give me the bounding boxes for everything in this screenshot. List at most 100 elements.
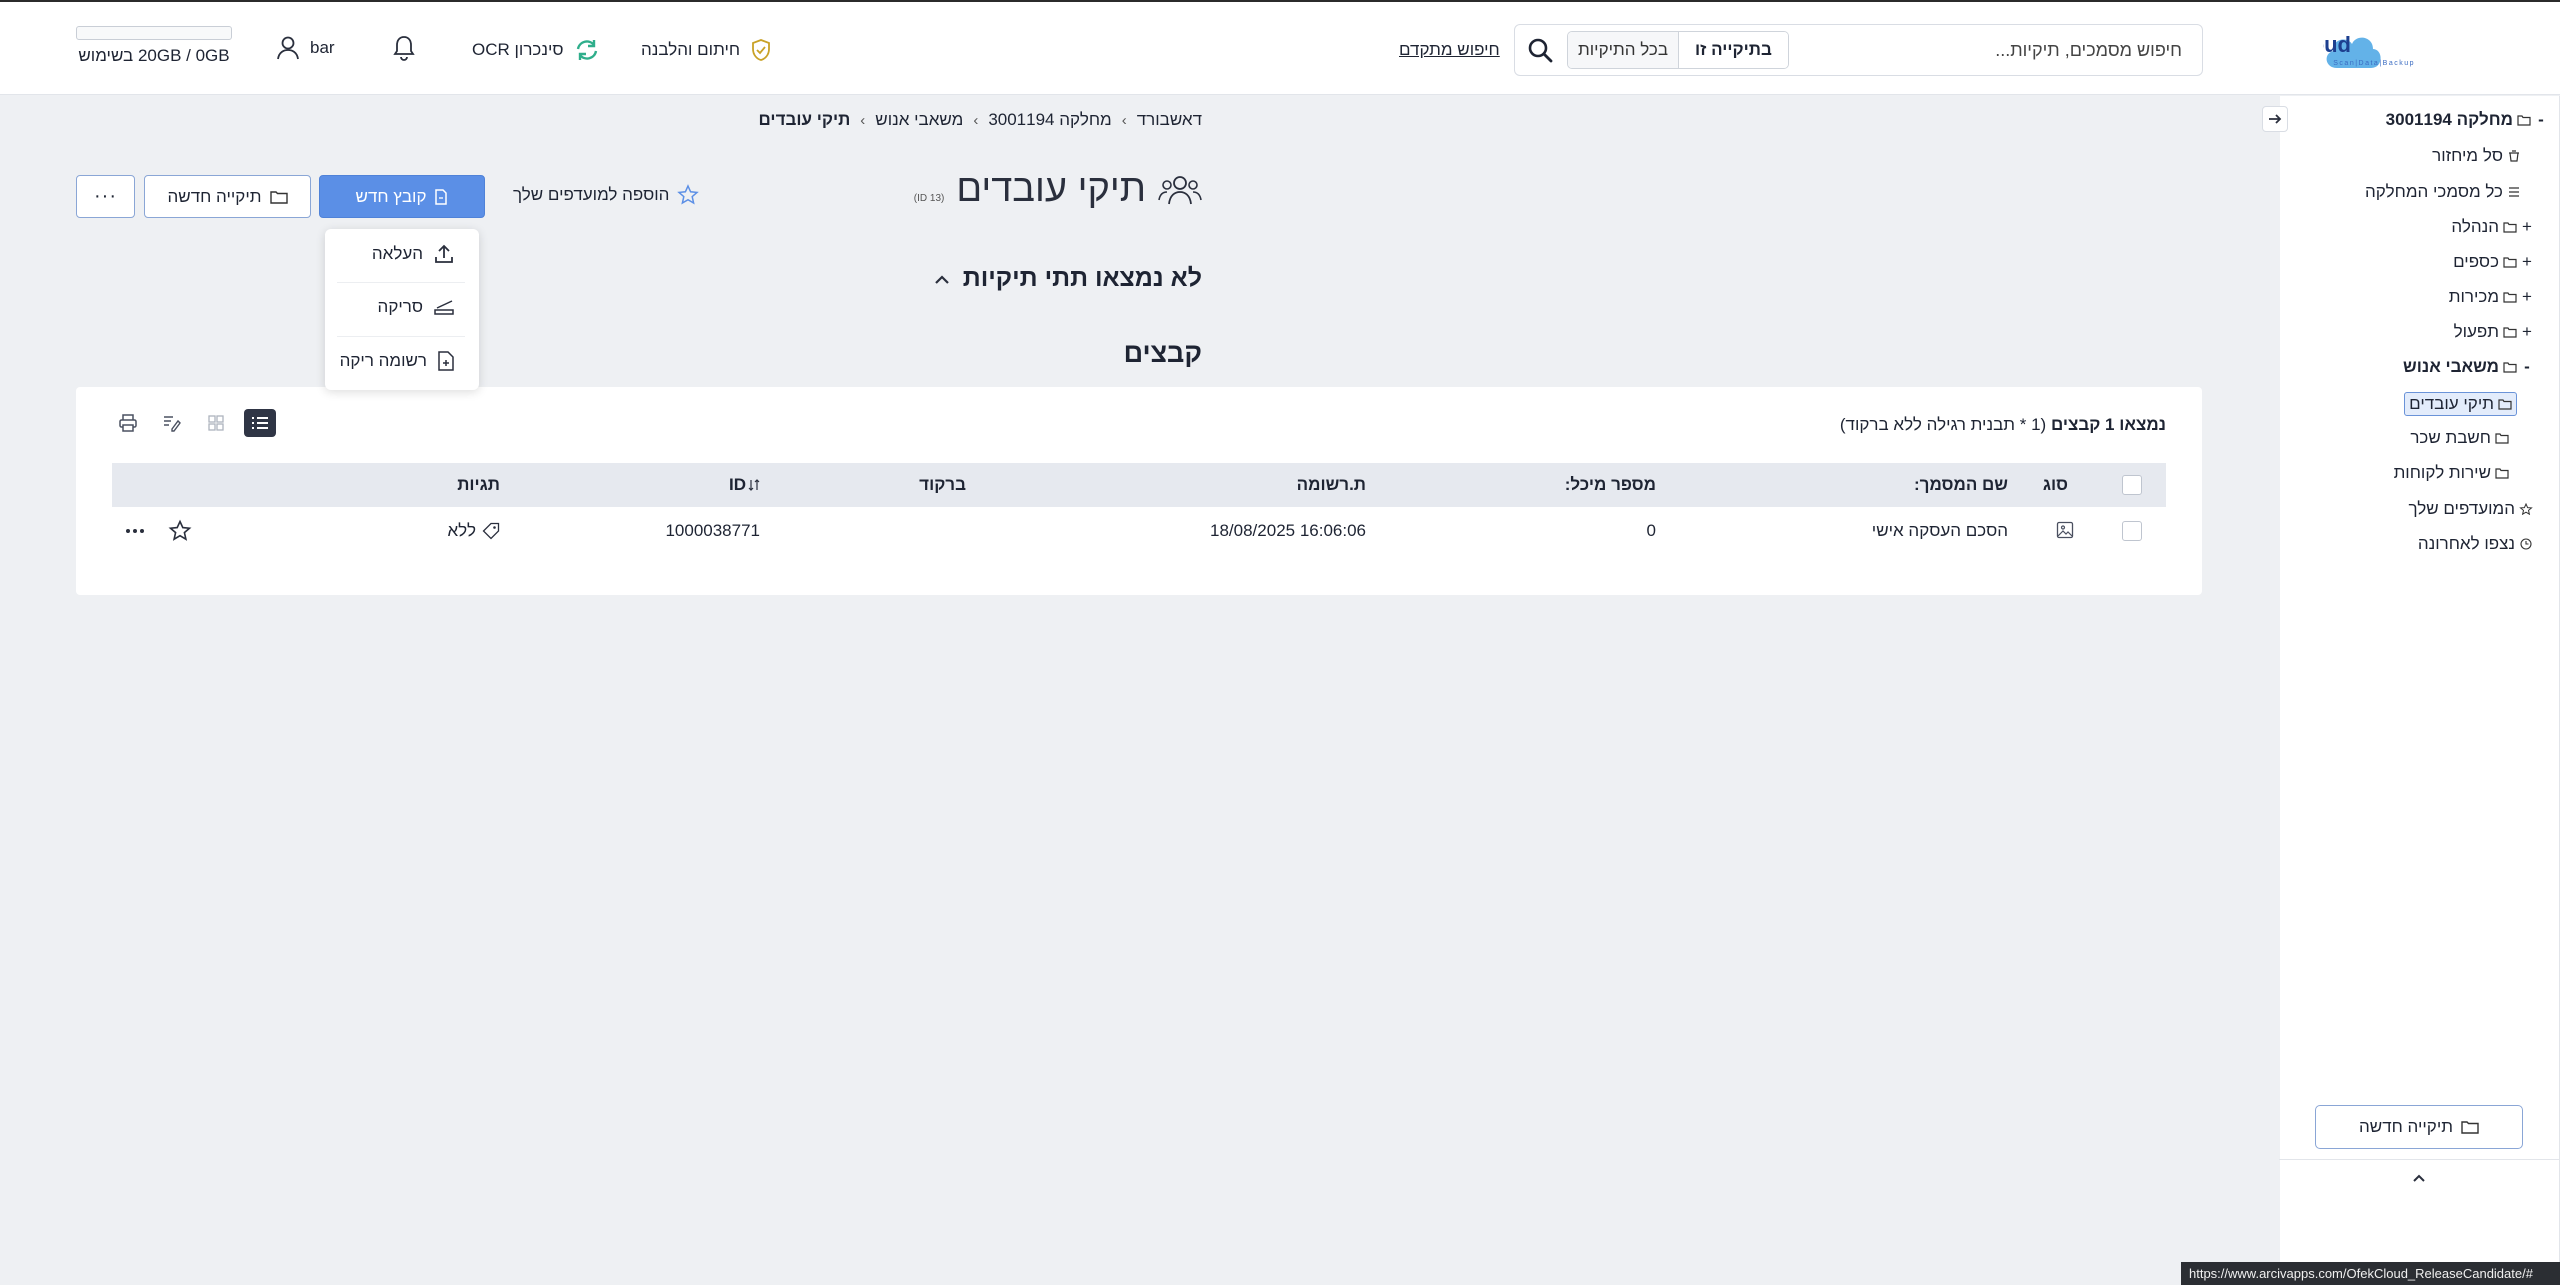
grid-view-icon[interactable] bbox=[200, 409, 232, 437]
scanner-icon bbox=[434, 300, 454, 315]
tree-item-finance[interactable]: + כספים bbox=[2453, 252, 2533, 272]
tree-item-payroll[interactable]: חשבת שכר bbox=[2410, 428, 2509, 448]
tree-toggle[interactable]: - bbox=[2521, 357, 2533, 377]
star-icon bbox=[677, 184, 700, 205]
ocr-sync-label: סינכרון OCR bbox=[472, 40, 564, 59]
tree-item-management[interactable]: + הנהלה bbox=[2451, 217, 2533, 237]
column-barcode[interactable]: ברקוד bbox=[919, 475, 966, 495]
trash-icon bbox=[2509, 150, 2519, 162]
collapse-sidebar-icon[interactable] bbox=[2262, 106, 2288, 132]
tree-item-employee-files[interactable]: תיקי עובדים bbox=[2404, 392, 2517, 416]
more-actions-button[interactable]: ··· bbox=[76, 175, 135, 218]
tag-icon bbox=[482, 522, 500, 540]
tree-toggle[interactable]: + bbox=[2521, 287, 2533, 307]
tree-item-favorites[interactable]: המועדפים שלך bbox=[2408, 499, 2533, 519]
tree-toggle[interactable]: + bbox=[2521, 322, 2533, 342]
user-name: bar bbox=[310, 38, 335, 57]
browser-status-url: https://www.arcivapps.com/OfekCloud_Rele… bbox=[2181, 1262, 2560, 1285]
tree-item-customer-service[interactable]: שירות לקוחות bbox=[2394, 463, 2509, 483]
list-icon bbox=[2509, 187, 2519, 197]
tree-item-sales[interactable]: + מכירות bbox=[2449, 287, 2533, 307]
scope-this-folder[interactable]: בתיקייה זו bbox=[1678, 32, 1788, 68]
top-header: Archive1Cloud Scan|Data|Backup בתיקייה ז… bbox=[0, 2, 2560, 95]
table-row[interactable]: הסכם העסקה אישי 0 18/08/2025 16:06:06 10… bbox=[112, 509, 2166, 553]
advanced-search-link[interactable]: חיפוש מתקדם bbox=[1399, 40, 1500, 60]
subfolders-toggle[interactable]: לא נמצאו תתי תיקיות bbox=[933, 264, 1202, 293]
logo-text: Archive1Cloud bbox=[2323, 32, 2351, 57]
tree-item-all-docs[interactable]: כל מסמכי המחלקה bbox=[2365, 182, 2521, 202]
tree-label: נצפו לאחרונה bbox=[2417, 534, 2515, 553]
row-checkbox[interactable] bbox=[2122, 521, 2142, 541]
cell-container: 0 bbox=[1646, 521, 1656, 540]
menu-item-label: רשומה ריקה bbox=[339, 351, 427, 370]
tree-item-recycle-bin[interactable]: סל מיחזור bbox=[2432, 146, 2521, 166]
file-icon bbox=[435, 188, 448, 205]
tree-label: מכירות bbox=[2448, 287, 2499, 306]
app-logo[interactable]: Archive1Cloud Scan|Data|Backup bbox=[2196, 24, 2518, 76]
column-record-date[interactable]: ת.רשומה bbox=[1297, 475, 1366, 495]
folder-icon bbox=[2503, 362, 2517, 373]
tree-label: שירות לקוחות bbox=[2393, 463, 2491, 482]
folder-plus-icon bbox=[2461, 1121, 2479, 1134]
breadcrumb-department[interactable]: מחלקה 3001194 bbox=[988, 110, 1111, 130]
breadcrumb-dashboard[interactable]: דאשבורד bbox=[1137, 110, 1202, 130]
column-container[interactable]: מספר מיכל: bbox=[1565, 475, 1656, 495]
tree-root-department[interactable]: - מחלקה 3001194 bbox=[2386, 110, 2547, 130]
signing-button[interactable]: חיתום והלבנה bbox=[641, 36, 772, 64]
view-tools bbox=[112, 409, 276, 437]
column-doc-name[interactable]: שם המסמך: bbox=[1914, 475, 2008, 495]
select-all-checkbox[interactable] bbox=[2122, 475, 2142, 495]
menu-item-upload[interactable]: העלאה bbox=[372, 243, 455, 265]
bulk-edit-icon[interactable] bbox=[156, 409, 188, 437]
cell-tags[interactable]: ללא bbox=[447, 521, 500, 541]
row-more-icon[interactable] bbox=[124, 527, 146, 535]
menu-item-label: העלאה bbox=[371, 244, 423, 263]
cell-doc-name[interactable]: הסכם העסקה אישי bbox=[1872, 521, 2008, 541]
star-icon bbox=[2519, 503, 2533, 515]
new-file-label: קובץ חדש bbox=[355, 186, 427, 206]
tree-item-recent[interactable]: נצפו לאחרונה bbox=[2418, 534, 2533, 554]
folder-icon bbox=[2495, 468, 2509, 479]
user-menu[interactable]: bar bbox=[276, 34, 335, 62]
tree-toggle[interactable]: + bbox=[2521, 217, 2533, 237]
files-count: נמצאו 1 קבצים (1 * תבנית רגילה ללא ברקוד… bbox=[1840, 415, 2166, 435]
new-file-button[interactable]: קובץ חדש bbox=[319, 175, 485, 218]
tree-label: כספים bbox=[2453, 252, 2499, 271]
chevron-up-icon[interactable] bbox=[2407, 1166, 2431, 1190]
column-type[interactable]: סוג bbox=[2043, 475, 2068, 495]
ocr-sync-button[interactable]: סינכרון OCR bbox=[472, 36, 600, 64]
favorite-star-icon[interactable] bbox=[168, 519, 192, 543]
list-view-icon[interactable] bbox=[244, 409, 276, 437]
logo-tagline: Scan|Data|Backup bbox=[2333, 60, 2415, 67]
page-title-text: תיקי עובדים bbox=[956, 168, 1146, 210]
tree-item-hr[interactable]: - משאבי אנוש bbox=[2403, 357, 2533, 377]
files-count-bold: נמצאו 1 קבצים bbox=[2050, 415, 2166, 434]
menu-item-empty-record[interactable]: רשומה ריקה bbox=[340, 351, 455, 371]
search-icon[interactable] bbox=[1527, 37, 1553, 63]
page-title: תיקי עובדים (ID 13) bbox=[914, 168, 1202, 211]
tree-toggle[interactable]: + bbox=[2521, 252, 2533, 272]
bell-icon[interactable] bbox=[392, 34, 416, 62]
chevron-left-icon: › bbox=[860, 111, 866, 129]
new-file-menu: העלאה סריקה רשומה ריקה bbox=[325, 229, 479, 390]
sidebar-new-folder-button[interactable]: תיקייה חדשה bbox=[2315, 1105, 2523, 1149]
files-panel: נמצאו 1 קבצים (1 * תבנית רגילה ללא ברקוד… bbox=[76, 387, 2202, 595]
search-input[interactable] bbox=[1804, 35, 2184, 65]
search-box: בתיקייה זו בכל התיקיות bbox=[1514, 24, 2203, 76]
print-icon[interactable] bbox=[112, 409, 144, 437]
add-favorite-link[interactable]: הוספה למועדפים שלך bbox=[513, 184, 700, 206]
column-id[interactable]: ID bbox=[729, 475, 760, 495]
column-tags[interactable]: תגיות bbox=[457, 475, 500, 495]
tree-toggle[interactable]: - bbox=[2535, 110, 2547, 130]
signing-label: חיתום והלבנה bbox=[641, 40, 741, 59]
breadcrumb-hr[interactable]: משאבי אנוש bbox=[875, 110, 963, 130]
storage-text: 20GB / 0GB בשימוש bbox=[78, 46, 230, 65]
scope-all-folders[interactable]: בכל התיקיות bbox=[1568, 32, 1679, 68]
upload-icon bbox=[435, 244, 453, 263]
tree-item-operations[interactable]: + תפעול bbox=[2454, 322, 2533, 342]
sort-icon bbox=[748, 479, 760, 491]
menu-item-scan[interactable]: סריקה bbox=[378, 297, 455, 317]
folder-icon bbox=[2517, 115, 2531, 126]
new-folder-button[interactable]: תיקייה חדשה bbox=[144, 175, 311, 218]
cell-tags-value: ללא bbox=[447, 521, 476, 540]
